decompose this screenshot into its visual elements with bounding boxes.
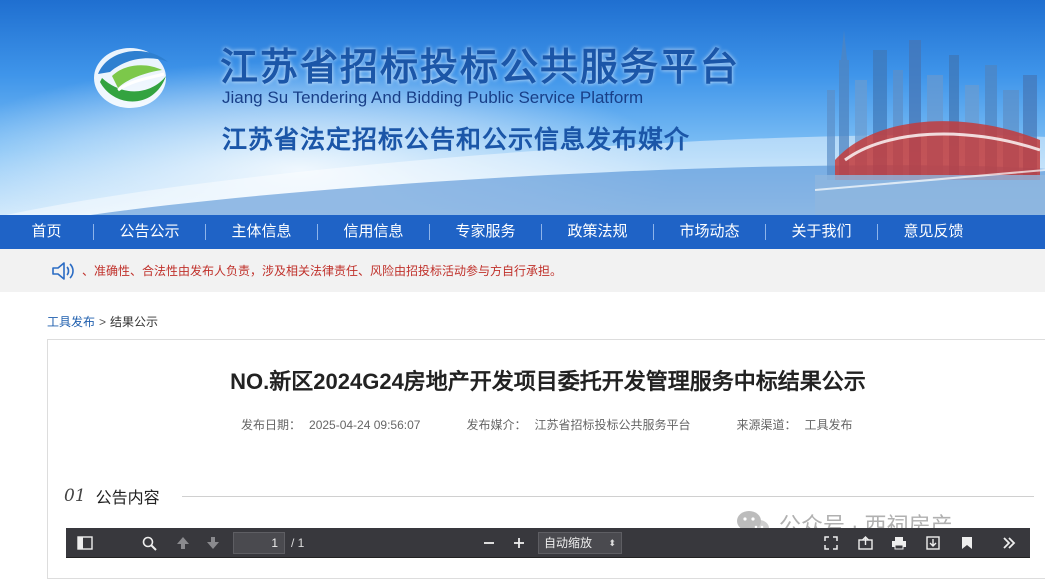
zoom-select-value: 自动缩放: [544, 536, 593, 550]
breadcrumb-separator: >: [99, 315, 107, 329]
publish-media-label: 发布媒介：: [466, 418, 527, 432]
notice-marquee-text: 、准确性、合法性由发布人负责，涉及相关法律责任、风险由招投标活动参与方自行承担。: [82, 264, 563, 278]
fullscreen-icon[interactable]: [818, 528, 844, 558]
publish-date-value: 2025-04-24 09:56:07: [309, 418, 421, 432]
print-icon[interactable]: [886, 528, 912, 558]
media-subtitle: 江苏省法定招标公告和公示信息发布媒介: [222, 125, 691, 154]
article-panel: NO.新区2024G24房地产开发项目委托开发管理服务中标结果公示 发布日期： 2…: [47, 339, 1045, 579]
header-banner: 江苏省招标投标公共服务平台 Jiang Su Tendering And Bid…: [0, 0, 1045, 215]
page-total: / 1: [291, 536, 305, 550]
sidebar-toggle-icon[interactable]: [72, 528, 98, 558]
site-logo-icon[interactable]: [88, 38, 176, 112]
publish-date-label: 发布日期：: [241, 418, 302, 432]
notice-bar: 、准确性、合法性由发布人负责，涉及相关法律责任、风险由招投标活动参与方自行承担。: [0, 249, 1045, 292]
site-title-cn: 江苏省招标投标公共服务平台: [220, 44, 741, 89]
section-divider: [181, 495, 1034, 497]
section-title: 公告内容: [95, 490, 160, 507]
nav-item-credit-info[interactable]: 信用信息: [318, 215, 429, 249]
site-title-en: Jiang Su Tendering And Bidding Public Se…: [222, 88, 644, 107]
zoom-out-icon[interactable]: [476, 528, 502, 558]
nav-item-market-news[interactable]: 市场动态: [654, 215, 765, 249]
search-icon[interactable]: [136, 528, 162, 558]
nav-item-announcements[interactable]: 公告公示: [94, 215, 205, 249]
source-channel-value: 工具发布: [804, 418, 853, 432]
section-header: 01 公告内容: [64, 484, 1034, 508]
city-skyline-icon: [815, 30, 1045, 215]
nav-item-feedback[interactable]: 意见反馈: [878, 215, 989, 249]
section-number: 01: [64, 486, 86, 506]
more-tools-icon[interactable]: [996, 528, 1022, 558]
nav-item-expert-service[interactable]: 专家服务: [430, 215, 541, 249]
breadcrumb-link-tool-publish[interactable]: 工具发布: [47, 315, 95, 329]
zoom-select[interactable]: 自动缩放 ⬍: [538, 532, 622, 554]
speaker-icon: [52, 261, 74, 280]
bookmark-icon[interactable]: [954, 528, 980, 558]
publish-media-meta: 发布媒介： 江苏省招标投标公共服务平台: [466, 416, 690, 433]
article-meta: 发布日期： 2025-04-24 09:56:07 发布媒介： 江苏省招标投标公共服…: [241, 416, 853, 433]
zoom-in-icon[interactable]: [506, 528, 532, 558]
chevron-updown-icon: ⬍: [608, 538, 616, 548]
breadcrumb-current: 结果公示: [110, 315, 159, 329]
source-channel-meta: 来源渠道： 工具发布: [736, 416, 852, 433]
main-nav: 首页 公告公示 主体信息 信用信息 专家服务 政策法规 市场动态 关于我们 意见…: [0, 215, 1045, 249]
pdf-toolbar: 1 / 1 自动缩放 ⬍: [66, 528, 1030, 558]
nav-item-home[interactable]: 首页: [0, 215, 93, 249]
open-file-icon[interactable]: [852, 528, 878, 558]
publish-media-value: 江苏省招标投标公共服务平台: [534, 418, 691, 432]
nav-item-about-us[interactable]: 关于我们: [766, 215, 877, 249]
publish-date-meta: 发布日期： 2025-04-24 09:56:07: [241, 416, 420, 433]
page-number-input[interactable]: 1: [233, 532, 285, 554]
download-icon[interactable]: [920, 528, 946, 558]
nav-item-policies[interactable]: 政策法规: [542, 215, 653, 249]
previous-page-icon[interactable]: [170, 528, 196, 558]
source-channel-label: 来源渠道：: [736, 418, 797, 432]
nav-item-entity-info[interactable]: 主体信息: [206, 215, 317, 249]
breadcrumb: 工具发布 > 结果公示: [47, 313, 158, 330]
next-page-icon[interactable]: [200, 528, 226, 558]
page-title: NO.新区2024G24房地产开发项目委托开发管理服务中标结果公示: [230, 369, 866, 394]
